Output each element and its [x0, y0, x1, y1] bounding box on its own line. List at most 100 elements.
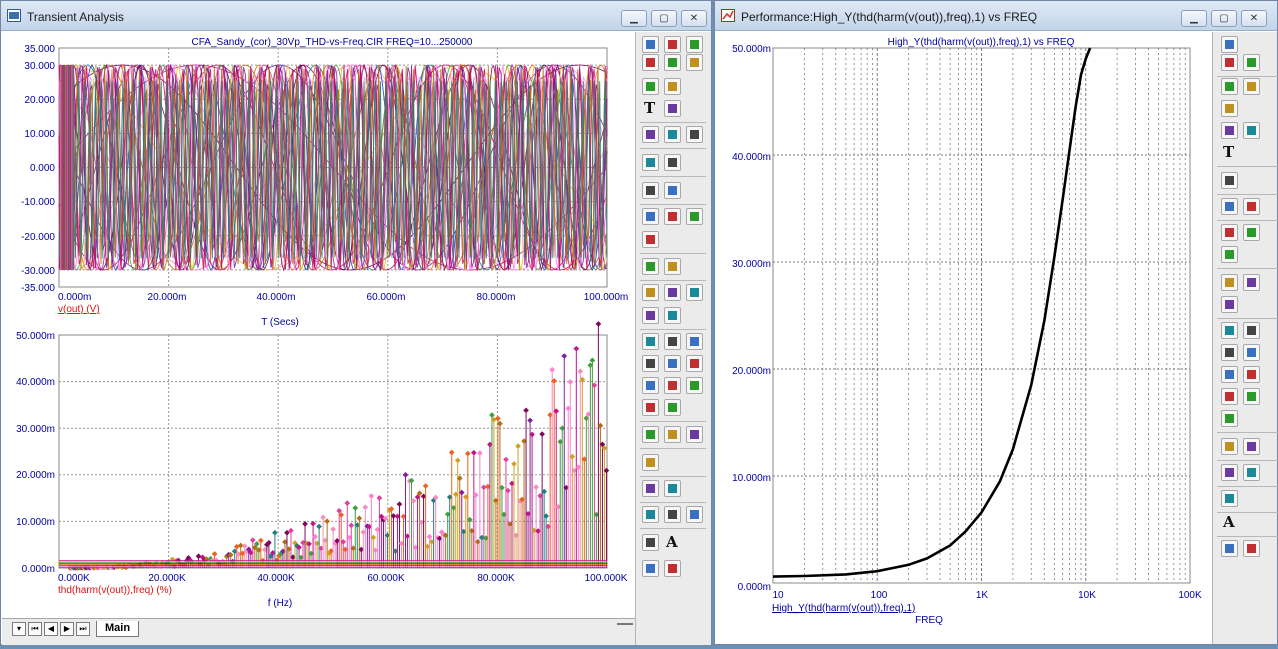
title-bar[interactable]: Performance:High_Y(thd(harm(v(out)),freq…: [715, 1, 1277, 31]
tab-prev-button[interactable]: ◀: [44, 622, 58, 636]
text-tool-icon[interactable]: T: [1223, 143, 1234, 161]
low-icon-button[interactable]: [1243, 344, 1260, 361]
page-layout-icon-button[interactable]: [642, 208, 659, 225]
palette-icon-button[interactable]: [1221, 490, 1238, 507]
run-icon-button[interactable]: [642, 126, 659, 143]
thd-curve[interactable]: [772, 47, 1092, 578]
zoom-in-icon-button[interactable]: [642, 506, 659, 523]
minimize-button[interactable]: ▁: [621, 10, 647, 27]
scope-icon-button[interactable]: [1221, 274, 1238, 291]
maximize-button[interactable]: ▢: [1211, 10, 1237, 27]
zoom-in-icon-button[interactable]: [642, 54, 659, 71]
peak-icon-button[interactable]: [1221, 322, 1238, 339]
crossing-icon-button[interactable]: [1221, 410, 1238, 427]
inflection-icon-button[interactable]: [1243, 388, 1260, 405]
clipboard-icon-button[interactable]: [642, 426, 659, 443]
probe-icon-button[interactable]: [664, 284, 681, 301]
high-icon-button[interactable]: [1221, 344, 1238, 361]
function-icon-button[interactable]: [664, 78, 681, 95]
slope-icon-button[interactable]: [642, 377, 659, 394]
single-plot-icon-button[interactable]: [1221, 246, 1238, 263]
close-button[interactable]: ✕: [1241, 10, 1267, 27]
function-icon-button[interactable]: [1243, 122, 1260, 139]
export-icon-button[interactable]: [1243, 540, 1260, 557]
fft-icon-button[interactable]: [686, 284, 703, 301]
trace-label[interactable]: High_Y(thd(harm(v(out)),freq),1): [772, 603, 915, 614]
stack-icon-button[interactable]: [642, 307, 659, 324]
tile-icon-button[interactable]: [664, 258, 681, 275]
select-cursor-icon-button[interactable]: [642, 36, 659, 53]
frame-icon-button[interactable]: [642, 182, 659, 199]
fit-icon-button[interactable]: [664, 480, 681, 497]
single-plot-icon-button[interactable]: [642, 231, 659, 248]
inflection-icon-button[interactable]: [664, 377, 681, 394]
cursor-icon-button[interactable]: [1221, 122, 1238, 139]
tab-first-button[interactable]: ⏮: [28, 622, 42, 636]
select-cursor-icon-button[interactable]: [1221, 36, 1238, 53]
palette-icon-button[interactable]: [642, 534, 659, 551]
plot-area[interactable]: CFA_Sandy_(cor)_30Vp_THD-vs-Freq.CIR FRE…: [2, 32, 635, 618]
remove-curve-icon-button[interactable]: [664, 154, 681, 171]
rise-icon-button[interactable]: [664, 355, 681, 372]
text-tool-icon[interactable]: T: [644, 99, 655, 117]
peak-icon-button[interactable]: [642, 333, 659, 350]
waveform-icon-button[interactable]: [642, 399, 659, 416]
tab-next-button[interactable]: ▶: [60, 622, 74, 636]
dropdown-icon-button[interactable]: [1243, 54, 1260, 71]
zoom-in-icon-button[interactable]: [1221, 464, 1238, 481]
top-trace-label[interactable]: v(out) (V): [58, 304, 100, 315]
split-icon-button[interactable]: [686, 208, 703, 225]
copy-plot-icon-button[interactable]: [642, 560, 659, 577]
fall-icon-button[interactable]: [1243, 366, 1260, 383]
fit-icon-button[interactable]: [1243, 438, 1260, 455]
zoom-in-icon-button[interactable]: [1221, 78, 1238, 95]
plot-area[interactable]: High_Y(thd(harm(v(out)),freq),1) vs FREQ…: [716, 32, 1212, 644]
font-icon[interactable]: A: [666, 533, 678, 551]
cursor-icon-button[interactable]: [642, 78, 659, 95]
scale-icon-button[interactable]: [1221, 438, 1238, 455]
page-layout-icon-button[interactable]: [1221, 224, 1238, 241]
grid-icon-button[interactable]: [664, 182, 681, 199]
plot-layout-icon-button[interactable]: [1243, 224, 1260, 241]
plot-layout-icon-button[interactable]: [664, 208, 681, 225]
data-label-icon-button[interactable]: [642, 454, 659, 471]
fall-icon-button[interactable]: [686, 355, 703, 372]
zoom-out-icon-button[interactable]: [664, 506, 681, 523]
tokens-icon-button[interactable]: [686, 54, 703, 71]
slope-icon-button[interactable]: [1221, 388, 1238, 405]
rise-icon-button[interactable]: [1221, 366, 1238, 383]
fft-icon-button[interactable]: [1221, 296, 1238, 313]
list-icon-button[interactable]: [686, 426, 703, 443]
zoom-100-icon-button[interactable]: [686, 506, 703, 523]
close-button[interactable]: ✕: [681, 10, 707, 27]
horizontal-split-icon-button[interactable]: [642, 258, 659, 275]
add-curve-icon-button[interactable]: [642, 154, 659, 171]
zoom-out-icon-button[interactable]: [1243, 464, 1260, 481]
add-curve-icon-button[interactable]: [1221, 198, 1238, 215]
tab-main[interactable]: Main: [96, 621, 140, 637]
data-points-icon-button[interactable]: [664, 54, 681, 71]
scope-icon-button[interactable]: [642, 284, 659, 301]
envelope-icon-button[interactable]: [664, 399, 681, 416]
tab-last-button[interactable]: ⏭: [76, 622, 90, 636]
data-points-icon-button[interactable]: [1243, 78, 1260, 95]
title-bar[interactable]: Transient Analysis ▁ ▢ ✕: [1, 1, 711, 31]
maximize-button[interactable]: ▢: [651, 10, 677, 27]
scale-icon-button[interactable]: [642, 480, 659, 497]
high-icon-button[interactable]: [686, 333, 703, 350]
properties-icon-button[interactable]: [1221, 172, 1238, 189]
edit-icon-button[interactable]: [664, 307, 681, 324]
export-icon-button[interactable]: [664, 560, 681, 577]
probe-icon-button[interactable]: [1243, 274, 1260, 291]
remove-curve-icon-button[interactable]: [1243, 198, 1260, 215]
copy-plot-icon-button[interactable]: [1221, 540, 1238, 557]
crossing-icon-button[interactable]: [686, 377, 703, 394]
low-icon-button[interactable]: [642, 355, 659, 372]
bottom-trace-label[interactable]: thd(harm(v(out)),freq) (%): [58, 585, 172, 596]
copy-icon-button[interactable]: [664, 36, 681, 53]
font-icon[interactable]: A: [1223, 513, 1235, 531]
valley-icon-button[interactable]: [1243, 322, 1260, 339]
tab-scroll-menu-button[interactable]: ▾: [12, 622, 26, 636]
dropdown-icon-button[interactable]: [664, 426, 681, 443]
dropdown-icon-button[interactable]: [686, 36, 703, 53]
